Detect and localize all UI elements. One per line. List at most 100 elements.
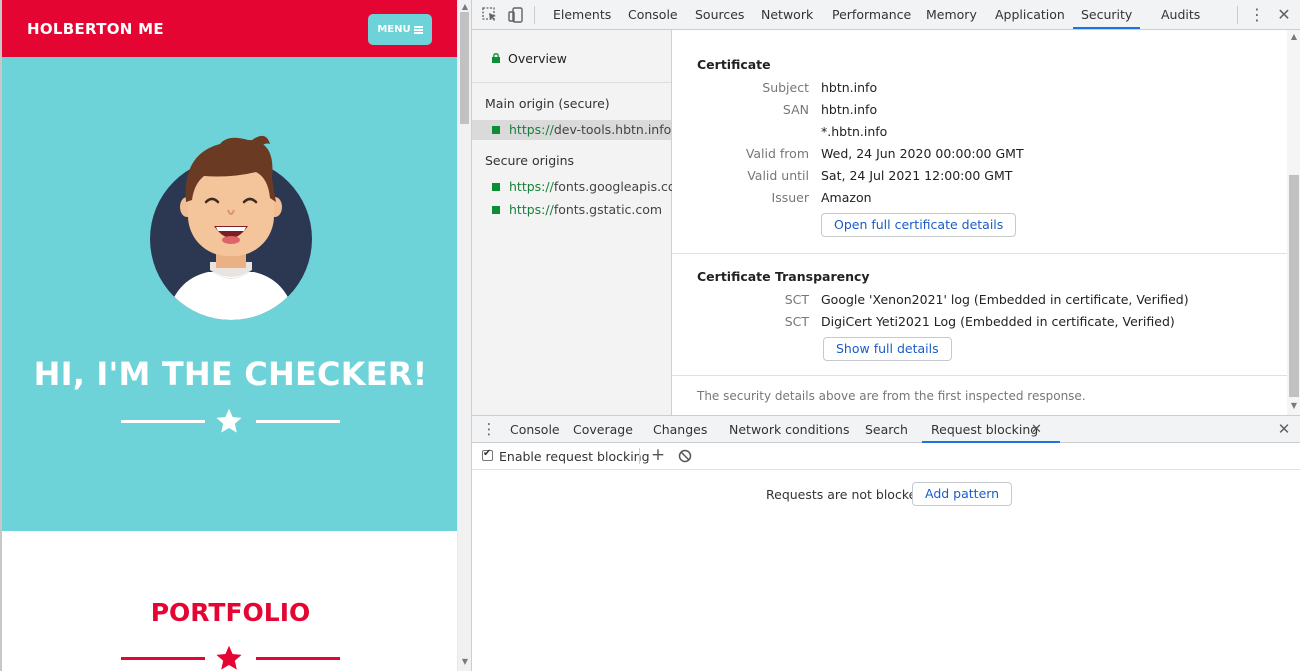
drawer-menu-icon[interactable]: ⋮ <box>479 419 499 439</box>
cert-key: Valid from <box>745 146 809 161</box>
star-icon <box>216 408 242 433</box>
tab-memory[interactable]: Memory <box>926 0 977 30</box>
webpage-viewport: HOLBERTON ME MENU HI, I'M THE CHECKER! P… <box>0 0 457 671</box>
secure-origin-icon <box>492 206 500 214</box>
origin-item-googleapis[interactable]: https://fonts.googleapis.com <box>472 177 688 197</box>
origin-scheme: https:// <box>509 179 554 194</box>
lock-icon <box>492 53 500 63</box>
close-devtools-icon[interactable]: ✕ <box>1274 5 1294 25</box>
cert-value: hbtn.info <box>821 102 878 117</box>
drawer-tab-search[interactable]: Search <box>865 416 908 443</box>
inspect-element-icon[interactable] <box>481 6 499 24</box>
secure-origin-icon <box>492 183 500 191</box>
request-blocking-toolbar: Enable request blocking + <box>472 443 1300 470</box>
divider-line <box>121 420 205 423</box>
tab-console[interactable]: Console <box>628 0 678 30</box>
toolbar-separator <box>639 448 640 464</box>
scroll-up-arrow-icon[interactable]: ▲ <box>1289 32 1299 42</box>
origin-host: fonts.googleapis.com <box>553 179 688 194</box>
scroll-up-arrow-icon[interactable]: ▲ <box>460 2 470 12</box>
drawer-tab-network-conditions[interactable]: Network conditions <box>729 416 849 443</box>
origin-host: dev-tools.hbtn.info <box>553 122 672 137</box>
drawer-tab-changes[interactable]: Changes <box>653 416 707 443</box>
sct-value: Google 'Xenon2021' log (Embedded in cert… <box>821 292 1189 307</box>
security-sidebar: Overview Main origin (secure) https://de… <box>472 30 688 415</box>
portfolio-divider <box>2 643 457 671</box>
toolbar-separator <box>534 6 535 24</box>
certificate-transparency-title: Certificate Transparency <box>697 269 870 284</box>
origin-scheme: https:// <box>509 202 554 217</box>
divider-line <box>256 657 340 660</box>
section-divider <box>672 253 1287 254</box>
add-pattern-button[interactable]: Add pattern <box>912 482 1013 506</box>
cert-key: SAN <box>782 102 809 117</box>
cert-value: Wed, 24 Jun 2020 00:00:00 GMT <box>821 146 1024 161</box>
close-drawer-icon[interactable]: ✕ <box>1274 419 1294 439</box>
section-divider <box>672 375 1287 376</box>
toolbar-separator <box>1237 6 1238 24</box>
enable-request-blocking-label[interactable]: Enable request blocking <box>499 449 650 464</box>
sct-key: SCT <box>784 292 809 307</box>
security-overview-item[interactable]: Overview <box>472 30 671 83</box>
scroll-down-arrow-icon[interactable]: ▼ <box>460 657 470 667</box>
scroll-down-arrow-icon[interactable]: ▼ <box>1289 401 1299 411</box>
security-pane-scrollbar-thumb[interactable] <box>1289 175 1299 397</box>
device-toolbar-icon[interactable] <box>507 6 525 24</box>
sct-value: DigiCert Yeti2021 Log (Embedded in certi… <box>821 314 1175 329</box>
secure-origin-icon <box>492 126 500 134</box>
security-pane-scrollbar[interactable]: ▲ ▼ <box>1287 30 1300 415</box>
portfolio-title: PORTFOLIO <box>150 598 311 627</box>
drawer-tab-coverage[interactable]: Coverage <box>573 416 633 443</box>
clear-patterns-icon[interactable] <box>678 449 692 463</box>
cert-key: Subject <box>762 80 809 95</box>
divider-line <box>256 420 340 423</box>
origin-item-main[interactable]: https://dev-tools.hbtn.info <box>472 120 671 140</box>
open-certificate-details-button[interactable]: Open full certificate details <box>821 213 1017 237</box>
add-pattern-icon[interactable]: + <box>649 446 667 464</box>
tab-network[interactable]: Network <box>761 0 813 30</box>
tab-security[interactable]: Security <box>1072 0 1141 30</box>
close-tab-icon[interactable]: ✕ <box>1031 416 1042 443</box>
hamburger-icon <box>413 25 423 34</box>
divider-line <box>121 657 205 660</box>
star-icon <box>216 645 242 670</box>
cert-value: Sat, 24 Jul 2021 12:00:00 GMT <box>821 168 1013 183</box>
menu-button-label: MENU <box>377 24 411 35</box>
certificate-title: Certificate <box>697 57 771 72</box>
devtools-panel: Elements Console Sources Network Perform… <box>471 0 1300 671</box>
security-footer-note: The security details above are from the … <box>697 389 1086 403</box>
cert-key: Issuer <box>771 190 809 205</box>
hero-title: HI, I'M THE CHECKER! <box>33 355 428 393</box>
tab-application[interactable]: Application <box>995 0 1065 30</box>
tab-elements[interactable]: Elements <box>553 0 611 30</box>
requests-not-blocked-message: Requests are not blocked. <box>766 487 929 502</box>
secure-origins-heading: Secure origins <box>485 153 575 168</box>
page-scrollbar-thumb[interactable] <box>460 12 469 124</box>
page-scrollbar[interactable]: ▲ ▼ <box>457 0 471 671</box>
cert-key: Valid until <box>747 168 809 183</box>
site-brand[interactable]: HOLBERTON ME <box>27 20 164 38</box>
overview-label: Overview <box>508 51 567 66</box>
hero-divider <box>2 406 457 436</box>
tab-audits[interactable]: Audits <box>1161 0 1200 30</box>
main-origin-heading: Main origin (secure) <box>485 96 610 111</box>
enable-request-blocking-checkbox[interactable] <box>482 448 493 461</box>
cert-value: Amazon <box>821 190 872 205</box>
origin-item-gstatic[interactable]: https://fonts.gstatic.com <box>472 200 671 220</box>
drawer-tab-console[interactable]: Console <box>510 416 560 443</box>
hero-section: HI, I'M THE CHECKER! <box>2 57 457 531</box>
cert-value: *.hbtn.info <box>821 124 888 139</box>
menu-button[interactable]: MENU <box>368 14 432 45</box>
security-details-pane: Certificate Subject hbtn.info SAN hbtn.i… <box>672 30 1287 415</box>
more-options-icon[interactable]: ⋮ <box>1247 5 1267 25</box>
origin-scheme: https:// <box>509 122 554 137</box>
site-navbar: HOLBERTON ME MENU <box>2 0 457 57</box>
show-full-details-button[interactable]: Show full details <box>823 337 952 361</box>
drawer-tab-request-blocking[interactable]: Request blocking <box>921 416 1061 443</box>
tab-performance[interactable]: Performance <box>832 0 911 30</box>
tab-sources[interactable]: Sources <box>695 0 744 30</box>
drawer-toolbar: ⋮ Console Coverage Changes Network condi… <box>472 415 1300 443</box>
sct-key: SCT <box>784 314 809 329</box>
avatar <box>150 135 312 320</box>
origin-host: fonts.gstatic.com <box>553 202 663 217</box>
